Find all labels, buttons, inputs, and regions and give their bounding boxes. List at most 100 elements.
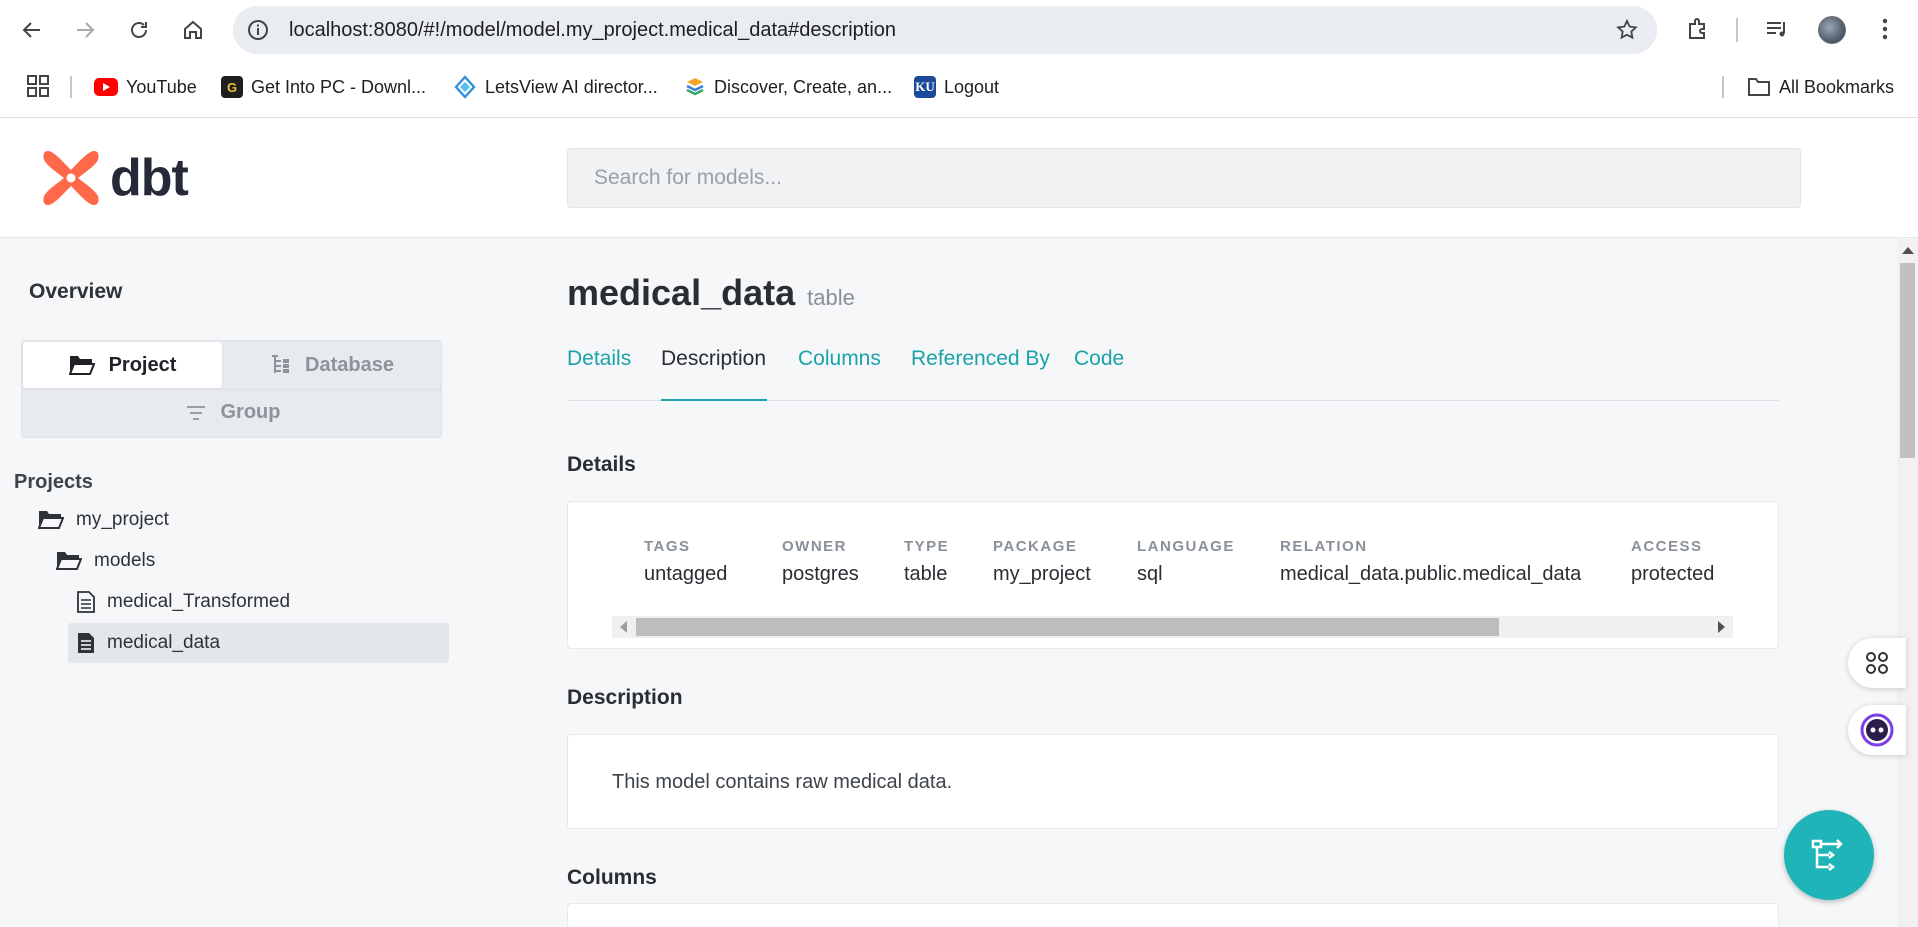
dbt-wordmark: dbt <box>110 149 189 207</box>
folder-open-icon <box>56 552 82 570</box>
meta-value: medical_data.public.medical_data <box>1280 563 1582 585</box>
address-bar[interactable]: localhost:8080/#!/model/model.my_project… <box>233 6 1657 54</box>
database-tree-icon <box>272 355 290 373</box>
description-text: This model contains raw medical data. <box>612 771 953 793</box>
discover-icon <box>686 78 704 96</box>
bookmark-label: LetsView AI director... <box>485 76 658 97</box>
folder-open-icon <box>38 511 64 529</box>
tab-details[interactable]: Details <box>567 347 631 371</box>
meta-label: ACCESS <box>1631 538 1703 555</box>
sidebar: Overview Project Database Group Projects… <box>0 239 470 927</box>
home-icon <box>184 20 202 39</box>
scrollbar-thumb[interactable] <box>1900 263 1915 458</box>
scroll-left-arrow-icon[interactable] <box>620 621 627 633</box>
site-info-icon[interactable] <box>247 19 269 41</box>
dbt-logo-icon <box>43 151 99 205</box>
bookmarks-separator <box>1722 76 1724 98</box>
meta-relation: RELATION medical_data.public.medical_dat… <box>1280 538 1581 586</box>
home-button[interactable] <box>173 10 213 50</box>
scroll-right-arrow-icon[interactable] <box>1718 621 1725 633</box>
bookmark-label: YouTube <box>126 76 197 97</box>
bookmark-logout[interactable]: KU Logout <box>914 74 999 100</box>
view-switcher: Project Database Group <box>21 340 442 438</box>
bookmark-label: Get Into PC - Downl... <box>251 76 427 97</box>
meta-value: postgres <box>782 563 859 585</box>
model-tabs: Details Description Columns Referenced B… <box>567 339 1779 401</box>
tree-item-label: my_project <box>76 509 169 530</box>
tab-code[interactable]: Code <box>1074 347 1124 371</box>
document-icon <box>77 591 95 613</box>
bookmarks-bar: YouTube G Get Into PC - Downl... LetsVie… <box>0 66 1918 106</box>
meta-tags: TAGS untagged <box>644 538 727 586</box>
tree-item-medical-transformed[interactable]: medical_Transformed <box>68 582 449 622</box>
extensions-icon[interactable] <box>1685 16 1711 42</box>
bookmark-getintopc[interactable]: G Get Into PC - Downl... <box>221 74 426 100</box>
meta-package: PACKAGE my_project <box>993 538 1091 586</box>
meta-value: untagged <box>644 563 728 585</box>
tree-item-my-project[interactable]: my_project <box>38 500 169 540</box>
app-header: dbt <box>0 118 1918 238</box>
command-icon <box>1866 652 1888 674</box>
all-bookmarks-label: All Bookmarks <box>1779 76 1895 97</box>
toolbar-separator <box>1736 18 1738 42</box>
all-bookmarks-button[interactable]: All Bookmarks <box>1747 74 1894 100</box>
model-type: table <box>807 285 855 310</box>
tree-item-medical-data[interactable]: medical_data <box>68 623 449 663</box>
meta-access: ACCESS protected <box>1631 538 1714 586</box>
columns-heading: Columns <box>567 866 657 889</box>
meta-owner: OWNER postgres <box>782 538 859 586</box>
tab-columns[interactable]: Columns <box>798 347 881 371</box>
project-tab-button[interactable]: Project <box>23 342 222 388</box>
bookmark-star-icon[interactable] <box>1615 18 1639 42</box>
filter-lines-icon <box>186 405 205 420</box>
meta-value: sql <box>1137 563 1163 585</box>
browser-chrome: localhost:8080/#!/model/model.my_project… <box>0 0 1918 118</box>
forward-button[interactable] <box>65 10 105 50</box>
meta-label: OWNER <box>782 538 847 555</box>
meta-label: TYPE <box>904 538 950 555</box>
floating-apps-widget[interactable] <box>1848 638 1906 688</box>
scroll-up-arrow-icon[interactable] <box>1902 247 1914 254</box>
media-control-icon[interactable] <box>1764 16 1790 42</box>
columns-card <box>567 903 1779 927</box>
model-search[interactable] <box>567 148 1801 208</box>
bookmark-youtube[interactable]: YouTube <box>94 74 197 100</box>
tree-item-models[interactable]: models <box>56 541 155 581</box>
scrollbar-thumb[interactable] <box>636 618 1499 636</box>
tree-item-label: medical_Transformed <box>107 591 291 612</box>
apps-grid-icon[interactable] <box>26 74 50 98</box>
lineage-graph-button[interactable] <box>1784 810 1874 900</box>
reload-icon <box>131 22 147 38</box>
page-vertical-scrollbar[interactable] <box>1897 239 1918 927</box>
description-heading: Description <box>567 686 683 709</box>
search-input[interactable] <box>568 149 1800 207</box>
more-options-icon[interactable] <box>1872 16 1898 42</box>
reload-button[interactable] <box>119 10 159 50</box>
floating-assistant-widget[interactable] <box>1848 705 1906 755</box>
bookmark-discover[interactable]: Discover, Create, an... <box>684 74 892 100</box>
project-tab-label: Project <box>108 353 177 376</box>
dbt-logo[interactable]: dbt <box>42 148 189 208</box>
arrow-left-icon <box>22 22 40 38</box>
model-name: medical_data <box>567 272 796 313</box>
bookmark-letsview[interactable]: LetsView AI director... <box>453 74 658 100</box>
meta-language: LANGUAGE sql <box>1137 538 1235 586</box>
group-tab-button[interactable]: Group <box>23 389 442 435</box>
back-button[interactable] <box>12 10 52 50</box>
tab-description[interactable]: Description <box>661 347 766 371</box>
document-filled-icon <box>78 633 94 653</box>
details-horizontal-scrollbar[interactable] <box>612 616 1733 638</box>
profile-avatar[interactable] <box>1818 16 1846 44</box>
meta-label: RELATION <box>1280 538 1368 555</box>
database-tab-button[interactable]: Database <box>222 342 441 388</box>
folder-icon <box>1748 78 1770 96</box>
meta-value: my_project <box>993 563 1091 585</box>
assistant-face-icon <box>1860 713 1894 747</box>
model-title: medical_data table <box>567 272 855 314</box>
overview-link[interactable]: Overview <box>29 280 122 304</box>
tab-referenced-by[interactable]: Referenced By <box>911 347 1050 371</box>
projects-heading: Projects <box>14 471 93 493</box>
bookmarks-separator <box>70 76 72 98</box>
ku-icon: KU <box>914 76 936 98</box>
group-tab-label: Group <box>220 401 281 423</box>
